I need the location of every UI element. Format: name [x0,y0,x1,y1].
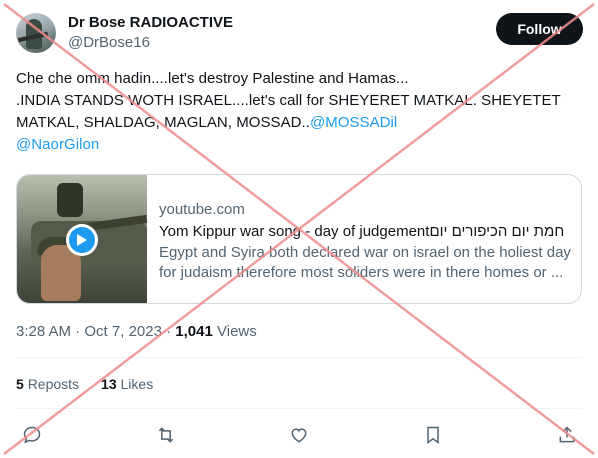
divider [16,357,582,358]
avatar[interactable] [16,13,56,53]
tweet-line-text: MATKAL, SHALDAG, MAGLAN, MOSSAD.. [16,114,310,131]
repost-icon[interactable] [154,423,178,447]
likes-label: Likes [120,376,154,392]
reposts-label: Reposts [27,376,80,392]
user-handle[interactable]: @DrBose16 [68,34,150,51]
views-count: 1,041 [175,323,213,340]
likes-stat[interactable]: 13 Likes [101,376,153,392]
meta-separator: · [161,323,176,340]
share-icon[interactable] [555,423,579,447]
reposts-count: 5 [16,376,24,392]
card-domain: youtube.com [159,201,245,218]
tweet-time[interactable]: 3:28 AM [16,323,71,340]
action-bar [0,423,598,447]
card-description: Egypt and Syira both declared war on isr… [159,243,575,283]
reply-icon[interactable] [20,423,44,447]
tweet-line: @NaorGilon [16,134,582,156]
divider [16,408,582,409]
tweet-date[interactable]: Oct 7, 2023 [84,323,162,340]
tweet-text: Che che omm hadin....let's destroy Pales… [16,68,582,156]
tweet-line: MATKAL, SHALDAG, MAGLAN, MOSSAD..@MOSSAD… [16,112,582,134]
likes-count: 13 [101,376,117,392]
bookmark-icon[interactable] [421,423,445,447]
video-thumbnail[interactable] [17,175,147,303]
follow-button[interactable]: Follow [496,13,583,45]
tweet-line: .INDIA STANDS WOTH ISRAEL....let's call … [16,92,561,109]
link-card[interactable]: youtube.com Yom Kippur war song - day of… [16,174,582,304]
meta-separator: · [71,323,85,340]
views-label: Views [217,323,257,340]
card-description-line: Egypt and Syira both declared war on isr… [159,244,571,261]
display-name[interactable]: Dr Bose RADIOACTIVE [68,14,233,31]
card-description-line: for judaism therefore most soliders were… [159,264,564,281]
tweet-meta: 3:28 AM · Oct 7, 2023 · 1,041 Views [16,323,257,340]
tweet-line: Che che omm hadin....let's destroy Pales… [16,70,409,87]
mention-link[interactable]: @MOSSADil [310,114,397,131]
play-icon[interactable] [66,224,98,256]
card-title: Yom Kippur war song - day of judgementחמ… [159,223,565,240]
tweet-stats: 5 Reposts 13 Likes [16,376,153,392]
reposts-stat[interactable]: 5 Reposts [16,376,79,392]
like-icon[interactable] [287,423,311,447]
mention-link[interactable]: @NaorGilon [16,136,99,153]
